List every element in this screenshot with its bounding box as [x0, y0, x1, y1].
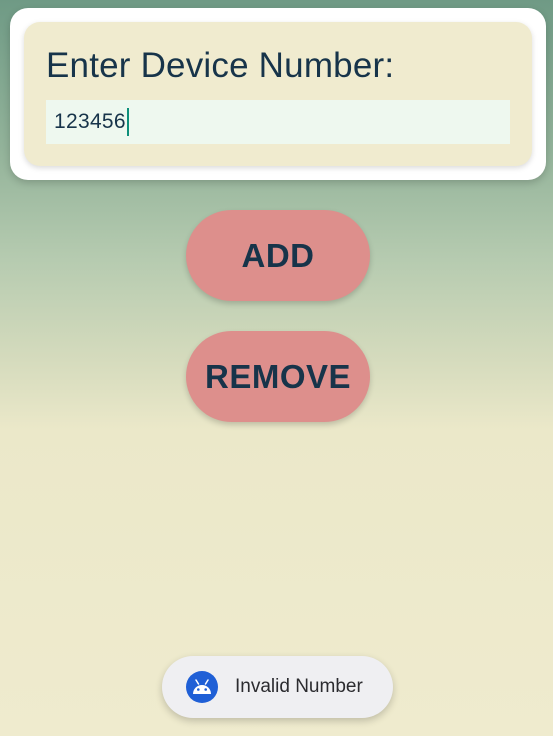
- toast-text: Invalid Number: [235, 676, 363, 697]
- device-number-card: Enter Device Number: 123456: [10, 8, 546, 180]
- text-cursor: [126, 108, 129, 136]
- android-icon: [186, 671, 218, 703]
- toast-message: Invalid Number: [162, 656, 393, 718]
- device-number-input-value: 123456: [54, 110, 126, 133]
- remove-button[interactable]: REMOVE: [186, 331, 370, 422]
- device-number-label: Enter Device Number:: [46, 46, 395, 85]
- device-number-card-inner: Enter Device Number: 123456: [24, 22, 532, 166]
- add-button[interactable]: ADD: [186, 210, 370, 301]
- device-number-input[interactable]: 123456: [46, 100, 510, 144]
